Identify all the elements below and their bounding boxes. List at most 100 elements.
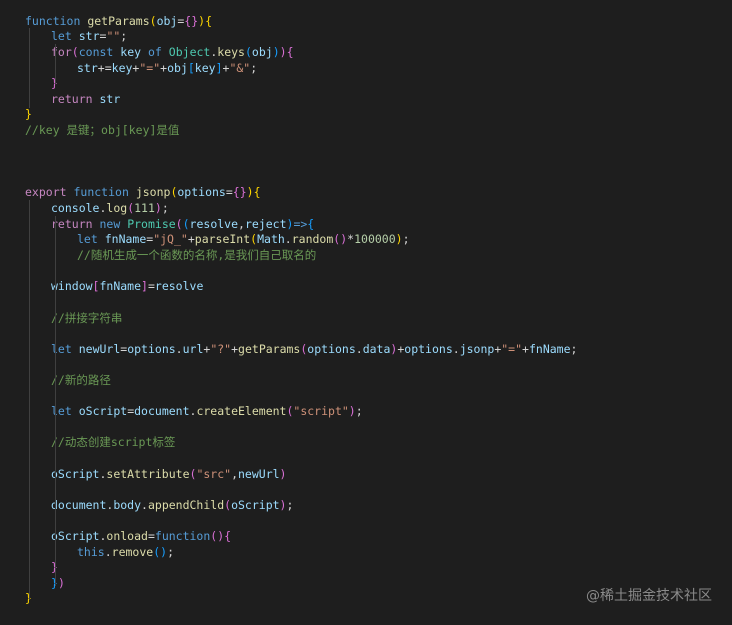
code-token: obj [167,61,188,75]
code-token: ; [250,61,258,75]
code-line[interactable]: console.log(111); [51,200,169,216]
code-token: obj [156,14,178,28]
code-token: . [104,545,112,559]
code-token: new [99,217,121,231]
code-token: document [134,404,190,418]
code-token: + [187,232,195,246]
code-token: {} [184,14,199,28]
code-token: this [77,545,105,559]
code-token: { [286,45,294,59]
code-token: function [154,529,211,543]
code-token: const [78,45,114,59]
code-token: . [141,498,148,512]
code-token: getParams [238,342,301,356]
code-token: jsonp [135,185,171,199]
code-token: export [25,185,67,199]
code-token: resolve [154,279,204,293]
code-token: => [293,217,308,231]
code-line[interactable]: oScript.onload=function(){ [51,528,231,544]
code-line[interactable]: }) [51,575,65,591]
code-line[interactable]: //key 是键；obj[key]是值 [25,122,179,138]
code-token: ) [246,185,254,199]
code-line[interactable]: return str [51,91,120,107]
code-token: ] [215,61,223,75]
code-line[interactable]: //随机生成一个函数的名称,是我们自己取名的 [77,247,316,263]
code-token: ( [175,217,183,231]
code-token: Promise [127,217,176,231]
code-line[interactable]: let str=""; [51,28,127,44]
code-token: { [307,217,315,231]
code-token: random [291,232,334,246]
code-line[interactable]: return new Promise((resolve,reject)=>{ [51,216,314,232]
code-line[interactable]: //新的路径 [51,372,111,388]
code-token: //拼接字符串 [51,311,123,325]
code-token: . [452,342,460,356]
code-editor[interactable]: function getParams(obj={}){let str=""; fo… [0,0,732,625]
code-token: "?" [210,342,232,356]
code-line[interactable]: window[fnName]=resolve [51,278,203,294]
code-token: { [205,14,213,28]
code-token: function [25,14,81,28]
code-token: keys [217,45,245,59]
code-line[interactable]: oScript.setAttribute("src",newUrl) [51,466,286,482]
code-token: options [307,342,356,356]
code-token: getParams [87,14,150,28]
code-token: parseInt [194,232,251,246]
code-line[interactable]: let newUrl=options.url+"?"+getParams(opt… [51,341,577,357]
code-token: obj [251,45,273,59]
code-line[interactable]: for(const key of Object.keys(obj)){ [51,44,294,60]
code-token: ( [182,217,190,231]
code-token: = [147,529,155,543]
code-token: key [111,61,133,75]
code-token: , [238,217,245,231]
code-token: ) [348,404,356,418]
code-token: ) [272,45,280,59]
code-line[interactable]: this.remove(); [77,544,174,560]
code-line[interactable]: document.body.appendChild(oScript); [51,497,293,513]
code-token: = [225,185,233,199]
code-token: //新的路径 [51,373,111,387]
code-token: remove [111,545,154,559]
code-token: Math [257,232,285,246]
code-token: resolve [189,217,239,231]
code-token: = [147,279,155,293]
code-token: let [77,232,98,246]
code-token: ) [279,467,287,481]
code-line[interactable]: let oScript=document.createElement("scri… [51,403,363,419]
code-line[interactable]: //动态创建script标签 [51,434,175,450]
code-token: options [404,342,453,356]
indent-guide [55,528,56,574]
code-token: ] [141,279,148,293]
code-line[interactable]: let fnName="jQ_"+parseInt(Math.random()*… [77,231,410,247]
code-line[interactable]: } [25,106,32,122]
code-token: ) [279,45,287,59]
code-token: "=" [501,342,523,356]
code-token: ; [161,201,169,215]
code-token: ( [71,45,79,59]
code-line[interactable]: //拼接字符串 [51,310,122,326]
code-token: ; [402,232,410,246]
code-token: fnName [104,232,147,246]
code-token: oScript [231,498,280,512]
code-token: ; [286,498,294,512]
code-token: ; [355,404,363,418]
code-token: . [175,342,183,356]
code-line[interactable]: export function jsonp(options={}){ [25,184,261,200]
code-line[interactable]: function getParams(obj={}){ [25,13,212,29]
code-token: let [51,29,72,43]
code-token: + [231,342,239,356]
code-token: onload [106,529,148,543]
code-line[interactable]: str+=key+"="+obj[key]+"&"; [77,60,257,76]
code-token: jsonp [459,342,495,356]
code-token: 100000 [354,232,396,246]
code-token: key [194,61,216,75]
code-token: oScript [51,467,100,481]
code-token: ) [395,232,403,246]
code-token: "&" [229,61,251,75]
code-token: oScript [51,529,100,543]
code-token: "jQ_" [153,232,188,246]
